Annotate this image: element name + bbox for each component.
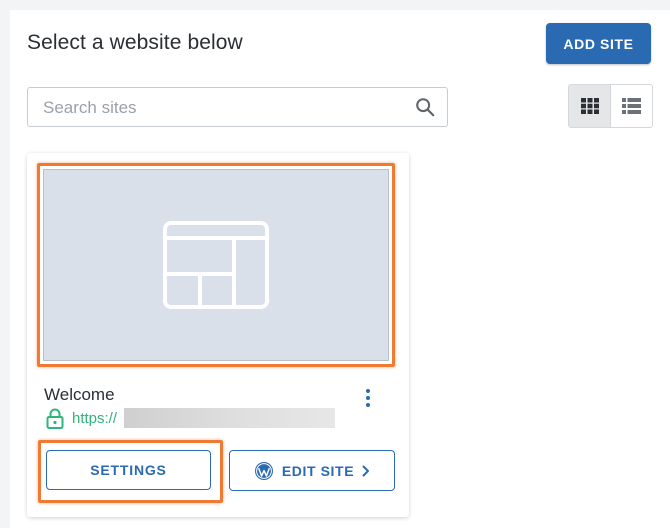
grid-view-button[interactable]: [569, 85, 611, 127]
wordpress-icon: [254, 461, 273, 480]
settings-button[interactable]: SETTINGS: [46, 450, 211, 490]
add-site-button[interactable]: ADD SITE: [546, 23, 651, 64]
search-box: [27, 87, 448, 128]
layout-placeholder-icon: [163, 221, 269, 309]
grid-view-icon: [580, 98, 599, 114]
list-view-icon: [622, 98, 641, 114]
page-title: Select a website below: [27, 31, 243, 54]
lock-icon: [46, 408, 64, 429]
redacted-url: [124, 408, 335, 428]
thumbnail-highlight: [37, 163, 395, 367]
site-thumbnail[interactable]: [43, 169, 389, 361]
kebab-menu-icon[interactable]: [362, 388, 374, 408]
site-name: Welcome: [44, 385, 115, 404]
list-view-button[interactable]: [611, 85, 652, 127]
site-url[interactable]: https://: [72, 410, 117, 427]
edit-site-button[interactable]: EDIT SITE: [229, 450, 395, 491]
search-input[interactable]: [41, 88, 415, 128]
chevron-right-icon: [362, 465, 370, 476]
settings-highlight: SETTINGS: [38, 440, 223, 503]
view-toggle: [568, 84, 653, 128]
edit-site-label: EDIT SITE: [281, 462, 355, 479]
search-icon[interactable]: [414, 96, 436, 118]
site-card: Welcome https:// SETTINGS EDIT SITE: [27, 153, 409, 517]
